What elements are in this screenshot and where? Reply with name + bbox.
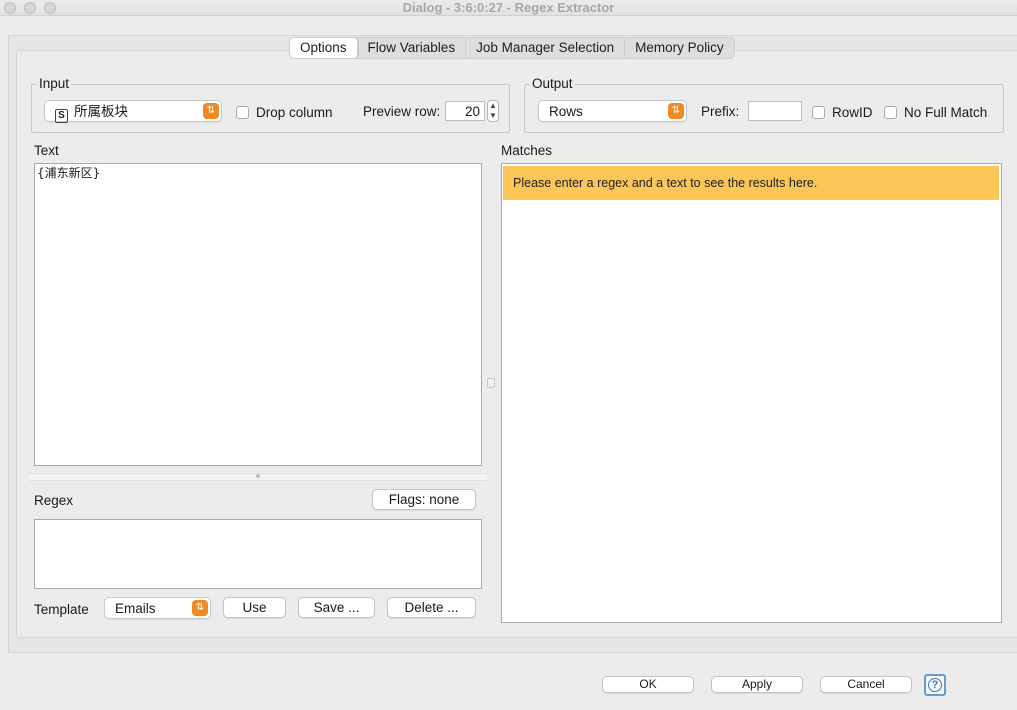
rowid-checkbox[interactable] [812,106,825,119]
save-template-button[interactable]: Save ... [298,597,375,618]
apply-button[interactable]: Apply [711,676,803,693]
input-column-select[interactable]: S 所属板块 ⇅ [44,100,222,123]
tab-options[interactable]: Options [290,38,358,58]
matches-notice: Please enter a regex and a text to see t… [503,166,999,200]
preview-row-value: 20 [464,104,480,119]
title-bar: Dialog - 3:6:0:27 - Regex Extractor [0,0,1017,16]
flags-button[interactable]: Flags: none [372,489,476,510]
regex-label: Regex [34,493,74,508]
rowid-label: RowID [832,105,873,120]
template-label: Template [34,602,89,617]
cancel-button[interactable]: Cancel [820,676,912,693]
output-mode-value: Rows [549,104,583,119]
up-down-chevron-icon: ⇅ [668,103,684,119]
tab-job-manager-selection[interactable]: Job Manager Selection [466,38,626,58]
matches-label: Matches [501,143,553,158]
preview-row-field[interactable]: 20 [445,101,485,121]
input-column-label: 所属板块 [74,104,128,119]
window-title: Dialog - 3:6:0:27 - Regex Extractor [402,0,615,15]
input-legend: Input [37,76,72,92]
preview-row-stepper[interactable]: ▲ ▼ [487,100,499,122]
template-value: Emails [115,601,156,616]
text-content: {浦东新区} [37,166,101,180]
tab-flow-variables[interactable]: Flow Variables [358,38,467,58]
splitter-grip-icon [256,474,260,478]
text-area[interactable]: {浦东新区} [34,163,482,466]
prefix-label: Prefix: [701,104,740,119]
help-icon: ? [928,678,942,692]
drop-column-checkbox[interactable] [236,106,249,119]
output-mode-select[interactable]: Rows ⇅ [538,100,687,122]
input-column-value: S 所属板块 [55,103,128,123]
help-button[interactable]: ? [924,674,946,696]
preview-row-label: Preview row: [363,104,441,119]
text-label: Text [34,143,59,158]
no-full-match-label: No Full Match [904,105,988,120]
prefix-input[interactable] [748,101,802,121]
tab-bar: Options Flow Variables Job Manager Selec… [289,37,735,59]
template-select[interactable]: Emails ⇅ [104,597,211,619]
up-down-chevron-icon: ⇅ [192,600,208,616]
delete-template-button[interactable]: Delete ... [387,597,476,618]
no-full-match-checkbox[interactable] [884,106,897,119]
string-type-icon: S [55,109,68,123]
ok-button[interactable]: OK [602,676,694,693]
output-legend: Output [530,76,575,92]
drop-column-label: Drop column [256,105,333,120]
up-down-chevron-icon: ⇅ [203,103,219,119]
use-template-button[interactable]: Use [223,597,286,618]
regex-input[interactable] [34,519,482,589]
matches-area[interactable] [501,163,1002,623]
tab-memory-policy[interactable]: Memory Policy [625,38,734,58]
horizontal-splitter[interactable] [487,378,495,388]
regex-content [35,520,481,524]
